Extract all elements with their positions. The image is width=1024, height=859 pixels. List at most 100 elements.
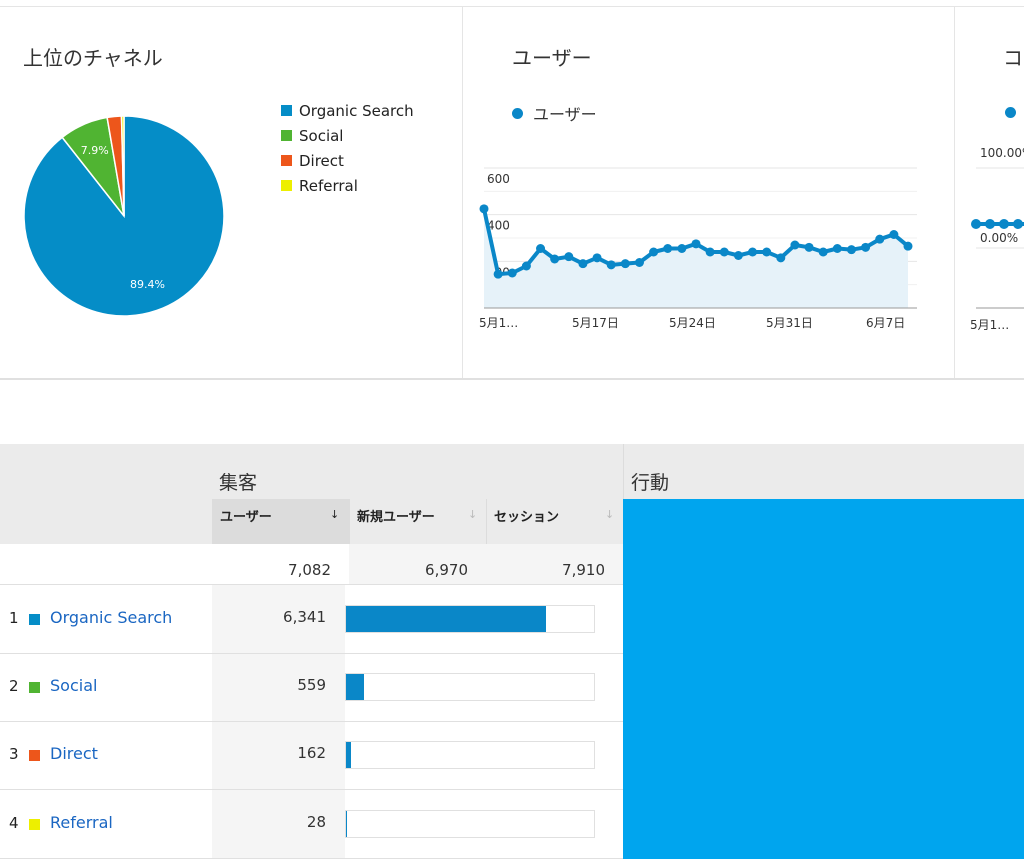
legend-label: Organic Search bbox=[299, 101, 414, 120]
x-tick-label: 5月1… bbox=[479, 316, 518, 330]
sort-desc-icon: ↓ bbox=[330, 508, 340, 521]
users-data-point[interactable] bbox=[578, 259, 588, 269]
sessions-column-header[interactable]: セッション ↓ bbox=[486, 499, 624, 544]
users-data-point[interactable] bbox=[875, 234, 885, 244]
users-data-point[interactable] bbox=[620, 259, 630, 269]
channels-pie-chart[interactable]: 89.4% 7.9% bbox=[20, 112, 228, 320]
users-data-point[interactable] bbox=[536, 244, 546, 253]
channels-card-title: 上位のチャネル bbox=[23, 46, 163, 70]
users-total: 7,082 bbox=[288, 561, 331, 579]
acquisition-group-label: 集客 bbox=[219, 472, 258, 494]
row-users-value: 162 bbox=[297, 744, 326, 762]
users-line-chart[interactable]: 6004002005月1…5月17日5月24日5月31日6月7日 bbox=[474, 140, 924, 340]
users-data-point[interactable] bbox=[861, 242, 871, 252]
row-color-swatch bbox=[29, 750, 40, 761]
third-point bbox=[985, 219, 995, 229]
x-tick-label: 5月31日 bbox=[766, 316, 813, 330]
users-data-point[interactable] bbox=[592, 253, 602, 263]
y-tick-label: 600 bbox=[487, 172, 510, 186]
row-share-bar bbox=[345, 810, 595, 838]
legend-item-social[interactable]: Social bbox=[281, 123, 414, 148]
legend-item-referral[interactable]: Referral bbox=[281, 173, 414, 198]
users-column-label: ユーザー bbox=[220, 510, 272, 525]
users-series-legend[interactable]: ユーザー bbox=[512, 101, 597, 125]
users-data-point[interactable] bbox=[733, 251, 743, 260]
channel-link[interactable]: Social bbox=[50, 676, 97, 695]
users-data-point[interactable] bbox=[634, 258, 644, 267]
users-data-point[interactable] bbox=[846, 245, 856, 255]
users-data-point[interactable] bbox=[564, 252, 574, 262]
users-data-point[interactable] bbox=[719, 247, 729, 257]
legend-swatch bbox=[281, 130, 292, 141]
users-data-point[interactable] bbox=[705, 247, 715, 257]
card-divider bbox=[954, 7, 955, 378]
channel-link[interactable]: Direct bbox=[50, 744, 98, 763]
x-tick-label: 6月7日 bbox=[866, 316, 905, 330]
row-users-value: 559 bbox=[297, 676, 326, 694]
row-share-bar bbox=[345, 741, 595, 769]
users-data-point[interactable] bbox=[903, 241, 913, 251]
legend-label: Referral bbox=[299, 176, 358, 195]
row-share-bar-fill bbox=[346, 811, 347, 837]
users-data-point[interactable] bbox=[507, 268, 517, 278]
channels-legend: Organic Search Social Direct Referral bbox=[281, 98, 414, 198]
channel-link[interactable]: Organic Search bbox=[50, 608, 172, 627]
pie-slice-label: 7.9% bbox=[81, 144, 109, 157]
row-divider bbox=[0, 721, 623, 722]
new-users-column-header[interactable]: 新規ユーザー ↓ bbox=[349, 499, 487, 544]
row-share-bar-fill bbox=[346, 606, 546, 632]
new-users-total: 6,970 bbox=[425, 561, 468, 579]
users-data-point[interactable] bbox=[479, 204, 489, 214]
new-users-column-label: 新規ユーザー bbox=[357, 510, 435, 525]
sort-icon: ↓ bbox=[605, 508, 615, 521]
users-data-point[interactable] bbox=[776, 253, 786, 263]
row-share-bar bbox=[345, 605, 595, 633]
row-users-value: 6,341 bbox=[283, 608, 326, 626]
users-card-title: ユーザー bbox=[512, 46, 592, 70]
row-users-value: 28 bbox=[306, 813, 326, 831]
row-index: 1 bbox=[9, 609, 19, 627]
users-data-point[interactable] bbox=[493, 269, 503, 279]
x-tick-label: 5月17日 bbox=[572, 316, 619, 330]
legend-item-direct[interactable]: Direct bbox=[281, 148, 414, 173]
users-data-point[interactable] bbox=[521, 261, 531, 271]
card-divider bbox=[462, 7, 463, 378]
users-column-header[interactable]: ユーザー ↓ bbox=[212, 499, 349, 544]
users-data-point[interactable] bbox=[804, 242, 814, 252]
users-data-point[interactable] bbox=[748, 247, 758, 257]
users-data-point[interactable] bbox=[677, 244, 687, 253]
behavior-data-area bbox=[623, 499, 1024, 859]
users-data-point[interactable] bbox=[663, 244, 673, 253]
x-tick-label: 5月24日 bbox=[669, 316, 716, 330]
row-color-swatch bbox=[29, 682, 40, 693]
channel-link[interactable]: Referral bbox=[50, 813, 113, 832]
row-index: 3 bbox=[9, 745, 19, 763]
legend-swatch bbox=[281, 105, 292, 116]
users-data-point[interactable] bbox=[762, 247, 772, 257]
legend-label: Direct bbox=[299, 151, 344, 170]
row-index: 4 bbox=[9, 814, 19, 832]
row-share-bar-fill bbox=[346, 674, 364, 700]
behavior-group-header bbox=[623, 444, 1024, 499]
third-series-dot-icon bbox=[1005, 107, 1016, 118]
row-divider bbox=[0, 653, 623, 654]
row-divider bbox=[0, 789, 623, 790]
users-area-fill bbox=[484, 208, 908, 308]
legend-item-organic-search[interactable]: Organic Search bbox=[281, 98, 414, 123]
sort-icon: ↓ bbox=[468, 508, 478, 521]
users-data-point[interactable] bbox=[691, 239, 701, 249]
third-x-tick: 5月1… bbox=[970, 318, 1010, 332]
users-data-point[interactable] bbox=[889, 230, 899, 239]
row-color-swatch bbox=[29, 819, 40, 830]
sessions-total: 7,910 bbox=[562, 561, 605, 579]
pie-slice-label: 89.4% bbox=[130, 278, 165, 291]
cards-bottom-border bbox=[0, 378, 1024, 380]
users-data-point[interactable] bbox=[818, 247, 828, 257]
users-data-point[interactable] bbox=[550, 254, 560, 264]
legend-swatch bbox=[281, 180, 292, 191]
users-data-point[interactable] bbox=[832, 244, 842, 253]
users-data-point[interactable] bbox=[790, 240, 800, 250]
users-data-point[interactable] bbox=[649, 247, 659, 257]
users-data-point[interactable] bbox=[606, 260, 616, 270]
legend-swatch bbox=[281, 155, 292, 166]
